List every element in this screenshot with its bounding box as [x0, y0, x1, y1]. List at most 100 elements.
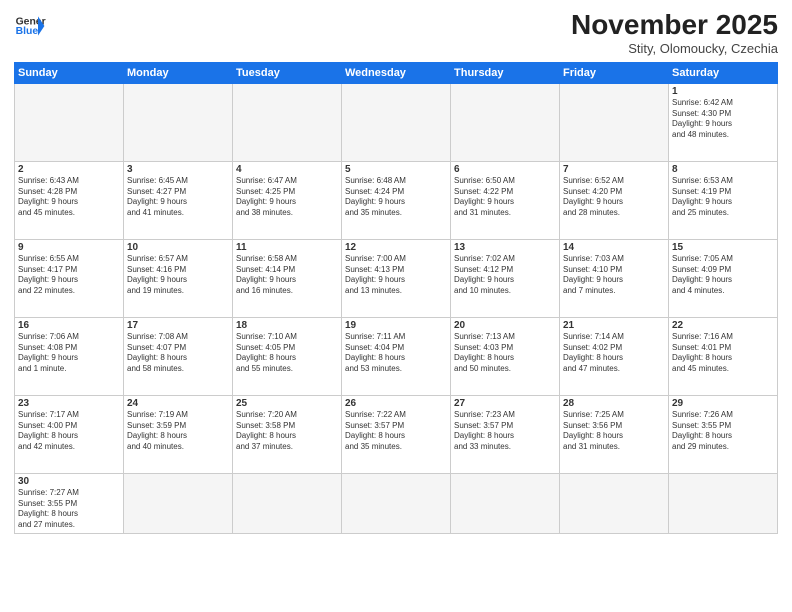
table-row: 1Sunrise: 6:42 AM Sunset: 4:30 PM Daylig…: [669, 83, 778, 161]
header-monday: Monday: [124, 62, 233, 83]
table-row: 5Sunrise: 6:48 AM Sunset: 4:24 PM Daylig…: [342, 161, 451, 239]
day-info: Sunrise: 7:03 AM Sunset: 4:10 PM Dayligh…: [563, 254, 665, 297]
table-row: [560, 83, 669, 161]
day-info: Sunrise: 7:19 AM Sunset: 3:59 PM Dayligh…: [127, 410, 229, 453]
day-info: Sunrise: 7:26 AM Sunset: 3:55 PM Dayligh…: [672, 410, 774, 453]
day-number: 13: [454, 242, 556, 253]
day-number: 3: [127, 164, 229, 175]
table-row: [560, 473, 669, 533]
table-row: 8Sunrise: 6:53 AM Sunset: 4:19 PM Daylig…: [669, 161, 778, 239]
header-wednesday: Wednesday: [342, 62, 451, 83]
title-block: November 2025 Stity, Olomoucky, Czechia: [571, 10, 778, 56]
day-info: Sunrise: 7:16 AM Sunset: 4:01 PM Dayligh…: [672, 332, 774, 375]
day-info: Sunrise: 6:55 AM Sunset: 4:17 PM Dayligh…: [18, 254, 120, 297]
day-info: Sunrise: 7:02 AM Sunset: 4:12 PM Dayligh…: [454, 254, 556, 297]
day-info: Sunrise: 6:45 AM Sunset: 4:27 PM Dayligh…: [127, 176, 229, 219]
day-number: 11: [236, 242, 338, 253]
day-info: Sunrise: 7:11 AM Sunset: 4:04 PM Dayligh…: [345, 332, 447, 375]
table-row: 17Sunrise: 7:08 AM Sunset: 4:07 PM Dayli…: [124, 317, 233, 395]
day-number: 14: [563, 242, 665, 253]
table-row: [669, 473, 778, 533]
table-row: 4Sunrise: 6:47 AM Sunset: 4:25 PM Daylig…: [233, 161, 342, 239]
table-row: 2Sunrise: 6:43 AM Sunset: 4:28 PM Daylig…: [15, 161, 124, 239]
table-row: 10Sunrise: 6:57 AM Sunset: 4:16 PM Dayli…: [124, 239, 233, 317]
day-info: Sunrise: 6:47 AM Sunset: 4:25 PM Dayligh…: [236, 176, 338, 219]
table-row: 25Sunrise: 7:20 AM Sunset: 3:58 PM Dayli…: [233, 395, 342, 473]
day-number: 7: [563, 164, 665, 175]
table-row: [451, 473, 560, 533]
day-info: Sunrise: 6:57 AM Sunset: 4:16 PM Dayligh…: [127, 254, 229, 297]
day-number: 5: [345, 164, 447, 175]
day-number: 2: [18, 164, 120, 175]
day-info: Sunrise: 7:13 AM Sunset: 4:03 PM Dayligh…: [454, 332, 556, 375]
day-number: 28: [563, 398, 665, 409]
day-number: 26: [345, 398, 447, 409]
subtitle: Stity, Olomoucky, Czechia: [571, 41, 778, 56]
table-row: [124, 83, 233, 161]
calendar: Sunday Monday Tuesday Wednesday Thursday…: [14, 62, 778, 534]
table-row: 24Sunrise: 7:19 AM Sunset: 3:59 PM Dayli…: [124, 395, 233, 473]
table-row: 23Sunrise: 7:17 AM Sunset: 4:00 PM Dayli…: [15, 395, 124, 473]
day-info: Sunrise: 7:22 AM Sunset: 3:57 PM Dayligh…: [345, 410, 447, 453]
day-info: Sunrise: 7:27 AM Sunset: 3:55 PM Dayligh…: [18, 488, 120, 531]
table-row: 12Sunrise: 7:00 AM Sunset: 4:13 PM Dayli…: [342, 239, 451, 317]
table-row: 11Sunrise: 6:58 AM Sunset: 4:14 PM Dayli…: [233, 239, 342, 317]
table-row: 20Sunrise: 7:13 AM Sunset: 4:03 PM Dayli…: [451, 317, 560, 395]
table-row: 18Sunrise: 7:10 AM Sunset: 4:05 PM Dayli…: [233, 317, 342, 395]
day-number: 24: [127, 398, 229, 409]
day-number: 4: [236, 164, 338, 175]
table-row: 28Sunrise: 7:25 AM Sunset: 3:56 PM Dayli…: [560, 395, 669, 473]
day-number: 8: [672, 164, 774, 175]
day-info: Sunrise: 6:48 AM Sunset: 4:24 PM Dayligh…: [345, 176, 447, 219]
day-number: 15: [672, 242, 774, 253]
table-row: 9Sunrise: 6:55 AM Sunset: 4:17 PM Daylig…: [15, 239, 124, 317]
month-title: November 2025: [571, 10, 778, 41]
day-info: Sunrise: 7:06 AM Sunset: 4:08 PM Dayligh…: [18, 332, 120, 375]
day-info: Sunrise: 6:42 AM Sunset: 4:30 PM Dayligh…: [672, 98, 774, 141]
logo: General Blue: [14, 10, 46, 42]
day-info: Sunrise: 6:53 AM Sunset: 4:19 PM Dayligh…: [672, 176, 774, 219]
day-number: 19: [345, 320, 447, 331]
header-tuesday: Tuesday: [233, 62, 342, 83]
weekday-header-row: Sunday Monday Tuesday Wednesday Thursday…: [15, 62, 778, 83]
day-info: Sunrise: 7:23 AM Sunset: 3:57 PM Dayligh…: [454, 410, 556, 453]
day-info: Sunrise: 7:00 AM Sunset: 4:13 PM Dayligh…: [345, 254, 447, 297]
day-number: 1: [672, 86, 774, 97]
table-row: [15, 83, 124, 161]
day-number: 18: [236, 320, 338, 331]
day-info: Sunrise: 7:20 AM Sunset: 3:58 PM Dayligh…: [236, 410, 338, 453]
table-row: 21Sunrise: 7:14 AM Sunset: 4:02 PM Dayli…: [560, 317, 669, 395]
table-row: [124, 473, 233, 533]
day-number: 10: [127, 242, 229, 253]
day-info: Sunrise: 7:08 AM Sunset: 4:07 PM Dayligh…: [127, 332, 229, 375]
table-row: 26Sunrise: 7:22 AM Sunset: 3:57 PM Dayli…: [342, 395, 451, 473]
day-number: 25: [236, 398, 338, 409]
header-saturday: Saturday: [669, 62, 778, 83]
day-number: 12: [345, 242, 447, 253]
header-sunday: Sunday: [15, 62, 124, 83]
table-row: 14Sunrise: 7:03 AM Sunset: 4:10 PM Dayli…: [560, 239, 669, 317]
table-row: 6Sunrise: 6:50 AM Sunset: 4:22 PM Daylig…: [451, 161, 560, 239]
svg-text:Blue: Blue: [16, 26, 39, 37]
day-info: Sunrise: 7:05 AM Sunset: 4:09 PM Dayligh…: [672, 254, 774, 297]
day-number: 30: [18, 476, 120, 487]
day-number: 21: [563, 320, 665, 331]
day-info: Sunrise: 6:58 AM Sunset: 4:14 PM Dayligh…: [236, 254, 338, 297]
day-number: 17: [127, 320, 229, 331]
table-row: 19Sunrise: 7:11 AM Sunset: 4:04 PM Dayli…: [342, 317, 451, 395]
day-info: Sunrise: 7:10 AM Sunset: 4:05 PM Dayligh…: [236, 332, 338, 375]
day-number: 23: [18, 398, 120, 409]
table-row: 16Sunrise: 7:06 AM Sunset: 4:08 PM Dayli…: [15, 317, 124, 395]
table-row: [451, 83, 560, 161]
table-row: 15Sunrise: 7:05 AM Sunset: 4:09 PM Dayli…: [669, 239, 778, 317]
table-row: 29Sunrise: 7:26 AM Sunset: 3:55 PM Dayli…: [669, 395, 778, 473]
day-number: 22: [672, 320, 774, 331]
header-thursday: Thursday: [451, 62, 560, 83]
table-row: 27Sunrise: 7:23 AM Sunset: 3:57 PM Dayli…: [451, 395, 560, 473]
table-row: [233, 83, 342, 161]
day-number: 29: [672, 398, 774, 409]
table-row: 3Sunrise: 6:45 AM Sunset: 4:27 PM Daylig…: [124, 161, 233, 239]
table-row: [342, 473, 451, 533]
day-info: Sunrise: 6:52 AM Sunset: 4:20 PM Dayligh…: [563, 176, 665, 219]
day-info: Sunrise: 6:50 AM Sunset: 4:22 PM Dayligh…: [454, 176, 556, 219]
